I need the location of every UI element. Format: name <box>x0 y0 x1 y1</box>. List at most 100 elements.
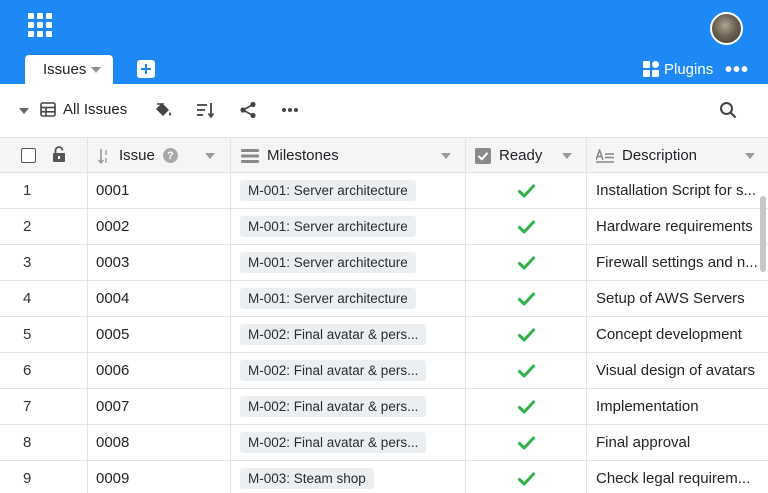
issue-cell[interactable]: 0005 <box>88 317 231 352</box>
milestone-link-chip[interactable]: M-001: Server architecture <box>240 216 416 237</box>
table-row[interactable]: 8 0008 M-002: Final avatar & pers... Final … <box>0 425 768 461</box>
checkmark-icon <box>517 220 535 233</box>
issue-cell[interactable]: 0006 <box>88 353 231 388</box>
apps-grid-icon[interactable] <box>28 13 52 37</box>
milestone-link-chip[interactable]: M-001: Server architecture <box>240 288 416 309</box>
issue-cell[interactable]: 0009 <box>88 461 231 493</box>
more-icon[interactable] <box>281 101 299 119</box>
milestone-cell[interactable]: M-001: Server architecture <box>231 209 466 244</box>
description-cell[interactable]: Check legal requirem... <box>587 461 768 493</box>
checkmark-icon <box>517 256 535 269</box>
row-number: 6 <box>0 353 88 388</box>
milestone-link-chip[interactable]: M-002: Final avatar & pers... <box>240 324 427 345</box>
column-header-description[interactable]: Description <box>587 138 768 173</box>
table-row[interactable]: 7 0007 M-002: Final avatar & pers... Implem… <box>0 389 768 425</box>
ready-cell[interactable] <box>466 245 587 280</box>
chevron-down-icon[interactable] <box>19 108 29 114</box>
description-cell[interactable]: Setup of AWS Servers <box>587 281 768 316</box>
issue-cell[interactable]: 0002 <box>88 209 231 244</box>
description-cell[interactable]: Installation Script for s... <box>587 173 768 208</box>
milestone-cell[interactable]: M-002: Final avatar & pers... <box>231 425 466 460</box>
description-cell[interactable]: Visual design of avatars <box>587 353 768 388</box>
search-icon[interactable] <box>719 101 737 119</box>
add-table-button[interactable] <box>137 60 155 78</box>
milestone-cell[interactable]: M-003: Steam shop <box>231 461 466 493</box>
chevron-down-icon[interactable] <box>441 153 451 159</box>
ready-cell[interactable] <box>466 281 587 316</box>
issue-cell[interactable]: 0008 <box>88 425 231 460</box>
issue-cell[interactable]: 0003 <box>88 245 231 280</box>
view-selector[interactable]: All Issues <box>40 101 127 118</box>
more-options-icon[interactable]: ••• <box>725 60 749 80</box>
milestone-cell[interactable]: M-001: Server architecture <box>231 173 466 208</box>
table-row[interactable]: 9 0009 M-003: Steam shop Check legal requir… <box>0 461 768 493</box>
description-cell[interactable]: Final approval <box>587 425 768 460</box>
description-cell[interactable]: Implementation <box>587 389 768 424</box>
milestone-cell[interactable]: M-001: Server architecture <box>231 245 466 280</box>
description-text: Hardware requirements <box>596 218 753 235</box>
top-bar: Issues Plugins ••• <box>0 0 768 84</box>
chevron-down-icon[interactable] <box>745 153 755 159</box>
description-cell[interactable]: Concept development <box>587 317 768 352</box>
sort-icon[interactable] <box>196 101 214 119</box>
table-row[interactable]: 5 0005 M-002: Final avatar & pers... Concep… <box>0 317 768 353</box>
milestone-link-chip[interactable]: M-002: Final avatar & pers... <box>240 396 427 417</box>
tab-issues[interactable]: Issues <box>25 55 113 84</box>
milestone-cell[interactable]: M-002: Final avatar & pers... <box>231 389 466 424</box>
ready-cell[interactable] <box>466 389 587 424</box>
milestone-cell[interactable]: M-001: Server architecture <box>231 281 466 316</box>
table-row[interactable]: 6 0006 M-002: Final avatar & pers... Visual… <box>0 353 768 389</box>
milestone-link-chip[interactable]: M-001: Server architecture <box>240 180 416 201</box>
share-icon[interactable] <box>239 101 257 119</box>
ready-cell[interactable] <box>466 353 587 388</box>
row-number: 2 <box>0 209 88 244</box>
milestone-link-chip[interactable]: M-002: Final avatar & pers... <box>240 360 427 381</box>
help-icon[interactable]: ? <box>162 148 178 163</box>
paint-bucket-icon[interactable] <box>153 101 173 119</box>
checkbox-column-icon <box>475 147 491 164</box>
ready-cell[interactable] <box>466 461 587 493</box>
ready-cell[interactable] <box>466 209 587 244</box>
column-header-ready[interactable]: Ready <box>466 138 587 173</box>
column-header-issue[interactable]: Issue ? <box>88 138 231 173</box>
table-view-icon <box>40 102 56 117</box>
table-row[interactable]: 3 0003 M-001: Server architecture Firewall … <box>0 245 768 281</box>
description-text: Final approval <box>596 434 691 451</box>
table-row[interactable]: 2 0002 M-001: Server architecture Hardware … <box>0 209 768 245</box>
description-cell[interactable]: Hardware requirements <box>587 209 768 244</box>
checkmark-icon <box>517 292 535 305</box>
checkmark-icon <box>517 400 535 413</box>
row-number: 1 <box>0 173 88 208</box>
tab-label: Issues <box>43 61 87 78</box>
milestone-link-chip[interactable]: M-002: Final avatar & pers... <box>240 432 427 453</box>
table-header: Issue ? Milestones Ready Description <box>0 137 768 173</box>
issue-cell[interactable]: 0004 <box>88 281 231 316</box>
ready-cell[interactable] <box>466 317 587 352</box>
table-row[interactable]: 4 0004 M-001: Server architecture Setup of … <box>0 281 768 317</box>
row-number: 5 <box>0 317 88 352</box>
ready-cell[interactable] <box>466 173 587 208</box>
chevron-down-icon[interactable] <box>205 153 215 159</box>
row-number: 9 <box>0 461 88 493</box>
chevron-down-icon[interactable] <box>562 153 572 159</box>
issue-cell[interactable]: 0001 <box>88 173 231 208</box>
select-all-checkbox[interactable] <box>21 148 36 163</box>
milestone-cell[interactable]: M-002: Final avatar & pers... <box>231 317 466 352</box>
column-header-milestones[interactable]: Milestones <box>231 138 466 173</box>
description-text: Installation Script for s... <box>596 182 757 199</box>
vertical-scrollbar[interactable] <box>760 196 766 272</box>
description-cell[interactable]: Firewall settings and n... <box>587 245 768 280</box>
table-row[interactable]: 1 0001 M-001: Server architecture Installat… <box>0 173 768 209</box>
milestone-link-chip[interactable]: M-003: Steam shop <box>240 468 374 489</box>
user-avatar[interactable] <box>710 12 743 45</box>
lock-icon[interactable] <box>52 146 66 163</box>
description-text: Concept development <box>596 326 742 343</box>
milestone-cell[interactable]: M-002: Final avatar & pers... <box>231 353 466 388</box>
chevron-down-icon[interactable] <box>91 66 102 73</box>
issue-cell[interactable]: 0007 <box>88 389 231 424</box>
description-text: Implementation <box>596 398 699 415</box>
plugins-button[interactable]: Plugins <box>643 61 713 78</box>
ready-cell[interactable] <box>466 425 587 460</box>
checkmark-icon <box>517 328 535 341</box>
milestone-link-chip[interactable]: M-001: Server architecture <box>240 252 416 273</box>
